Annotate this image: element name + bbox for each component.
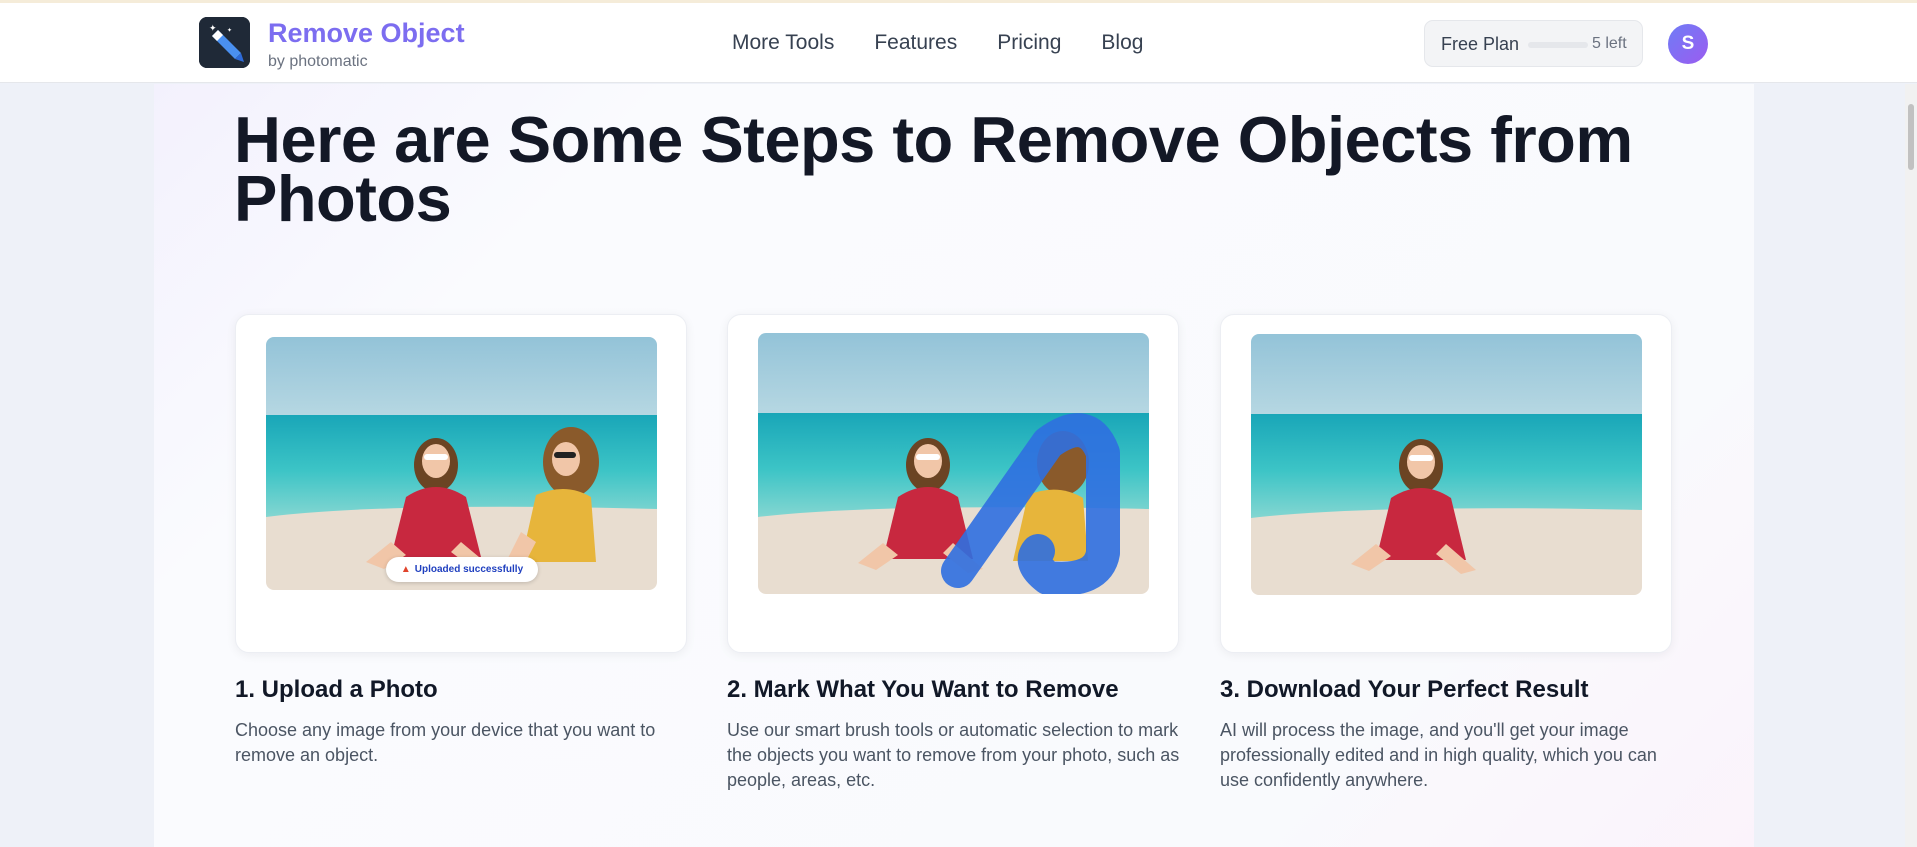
- svg-text:✦: ✦: [227, 27, 232, 34]
- main-nav: More Tools Features Pricing Blog: [732, 31, 1143, 55]
- step-card-upload: ▲ Uploaded successfully: [235, 314, 687, 653]
- step-card-download: [1220, 314, 1672, 653]
- step-image-result: [1251, 334, 1642, 595]
- page-scrollbar[interactable]: [1905, 84, 1917, 847]
- logo-subtitle: by photomatic: [268, 53, 368, 70]
- step-title-mark: 2. Mark What You Want to Remove: [727, 676, 1119, 703]
- step-desc-download: AI will process the image, and you'll ge…: [1220, 720, 1657, 790]
- step-card-mark: [727, 314, 1179, 653]
- section-heading: Here are Some Steps to Remove Objects fr…: [234, 103, 1633, 235]
- site-header: ✦ ✦ Remove Object by photomatic More Too…: [0, 3, 1917, 83]
- free-plan-badge[interactable]: Free Plan 5 left: [1424, 20, 1643, 67]
- party-popper-icon: ▲: [400, 564, 411, 575]
- step-title-upload: 1. Upload a Photo: [235, 676, 438, 703]
- nav-blog[interactable]: Blog: [1101, 31, 1143, 55]
- nav-more-tools[interactable]: More Tools: [732, 31, 834, 55]
- plan-credits-left: 5 left: [1592, 35, 1627, 52]
- logo-icon[interactable]: ✦ ✦: [199, 17, 250, 68]
- nav-features[interactable]: Features: [874, 31, 957, 55]
- toast-text: Uploaded successfully: [414, 564, 524, 575]
- step-desc-mark: Use our smart brush tools or automatic s…: [727, 720, 1180, 790]
- plan-label: Free Plan: [1441, 34, 1520, 54]
- svg-text:✦: ✦: [209, 24, 217, 34]
- user-avatar[interactable]: S: [1668, 24, 1708, 64]
- step-image-upload: ▲ Uploaded successfully: [266, 337, 657, 590]
- steps-section: Here are Some Steps to Remove Objects fr…: [154, 84, 1754, 847]
- step-image-mark: [758, 333, 1149, 594]
- plan-usage-bar: [1528, 42, 1588, 48]
- scrollbar-thumb[interactable]: [1908, 104, 1914, 170]
- step-title-download: 3. Download Your Perfect Result: [1220, 676, 1589, 703]
- logo-title[interactable]: Remove Object: [268, 18, 465, 49]
- upload-success-toast: ▲ Uploaded successfully: [386, 557, 538, 582]
- nav-pricing[interactable]: Pricing: [997, 31, 1061, 55]
- step-desc-upload: Choose any image from your device that y…: [235, 720, 656, 765]
